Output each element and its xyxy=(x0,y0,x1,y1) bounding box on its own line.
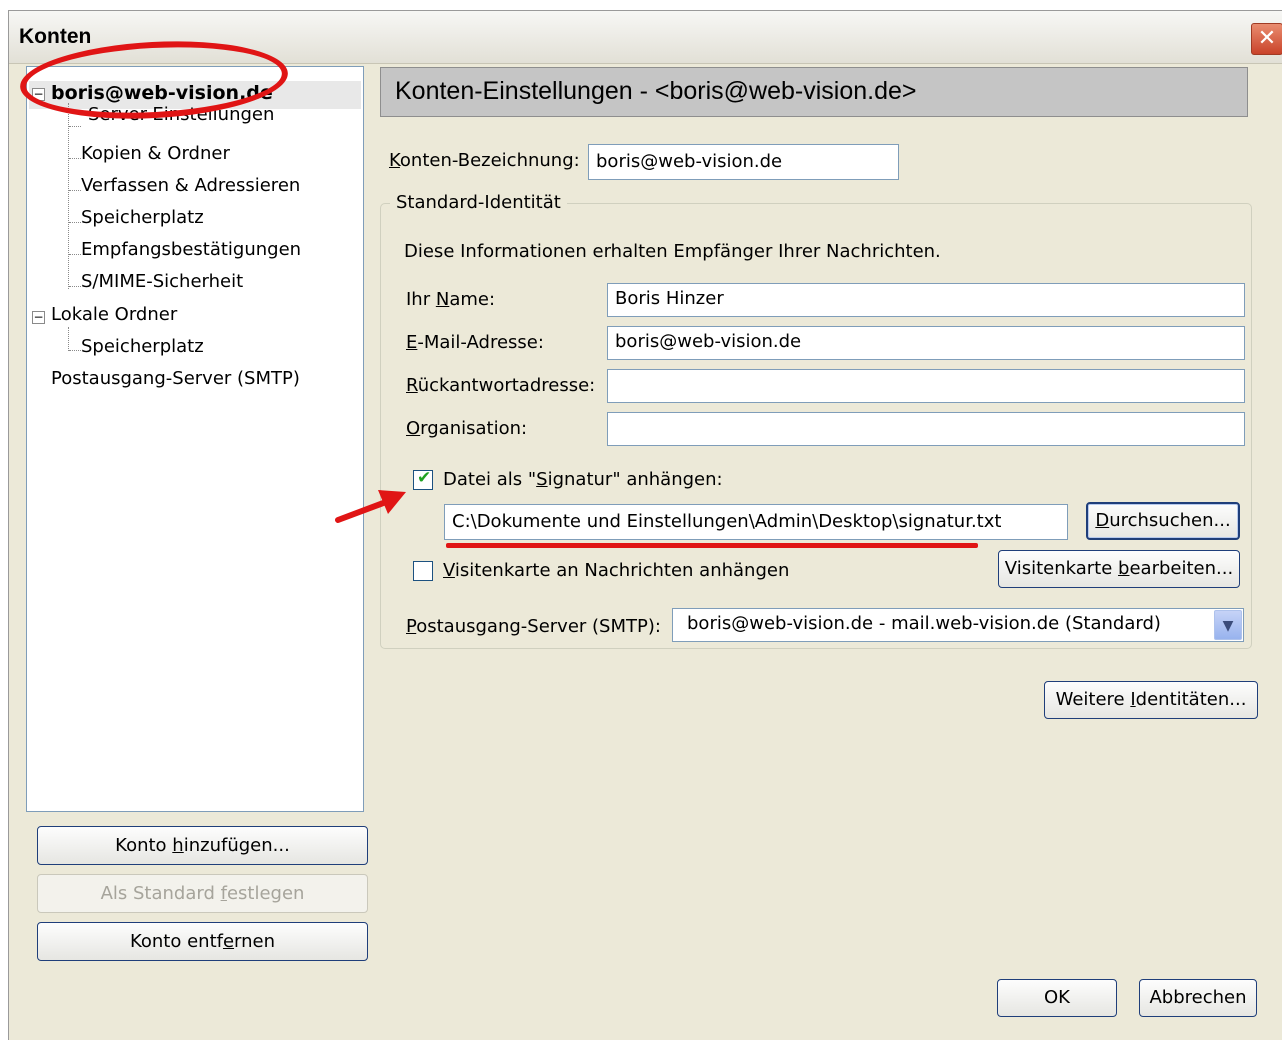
button-label: rnen xyxy=(234,931,276,952)
tree-item-smime[interactable]: S/MIME-Sicherheit xyxy=(81,271,243,292)
label-text: Datei als " xyxy=(443,469,537,490)
tree-item-disk-space[interactable]: Speicherplatz xyxy=(81,207,204,228)
tree-line xyxy=(69,126,81,127)
tree-line xyxy=(69,190,81,191)
close-icon: ✕ xyxy=(1257,26,1277,51)
account-name-input[interactable]: boris@web-vision.de xyxy=(588,144,899,180)
button-label: Konto entf xyxy=(129,931,223,952)
button-label: urchsuchen... xyxy=(1109,510,1231,531)
email-label: E-Mail-Adresse: xyxy=(406,332,544,353)
accesskey: h xyxy=(172,835,184,856)
chevron-down-icon[interactable]: ▼ xyxy=(1214,610,1242,640)
button-label: earbeiten... xyxy=(1129,558,1234,579)
checkmark-icon: ✔ xyxy=(417,468,432,488)
label-text: rganisation: xyxy=(420,418,528,439)
add-account-button[interactable]: Konto hinzufügen... xyxy=(37,826,368,865)
reply-to-label: Rückantwortadresse: xyxy=(406,375,595,396)
label-text: onten-Bezeichnung: xyxy=(399,150,580,171)
signature-label[interactable]: Datei als "Signatur" anhängen: xyxy=(443,469,723,490)
vcard-checkbox[interactable] xyxy=(413,561,433,581)
accesskey: b xyxy=(1118,558,1130,579)
settings-header: Konten-Einstellungen - <boris@web-vision… xyxy=(380,67,1248,117)
button-label: dentitäten... xyxy=(1135,689,1247,710)
identity-group-title: Standard-Identität xyxy=(390,192,567,213)
accesskey: D xyxy=(1095,510,1110,531)
edit-vcard-button[interactable]: Visitenkarte bearbeiten... xyxy=(998,550,1240,588)
accesskey: R xyxy=(406,375,418,396)
name-input[interactable]: Boris Hinzer xyxy=(607,283,1245,317)
tree-line xyxy=(68,327,69,351)
ok-button[interactable]: OK xyxy=(997,979,1117,1017)
set-default-button[interactable]: Als Standard festlegen xyxy=(37,874,368,913)
label-text: ostausgang-Server (SMTP): xyxy=(416,616,661,637)
signature-path-input[interactable]: C:\Dokumente und Einstellungen\Admin\Des… xyxy=(444,504,1068,540)
organization-label: Organisation: xyxy=(406,418,527,439)
button-label: Weitere xyxy=(1055,689,1131,710)
collapse-icon[interactable]: − xyxy=(32,311,45,324)
window-title: Konten xyxy=(19,25,92,48)
accesskey: V xyxy=(443,560,455,581)
tree-item-local-folders[interactable]: Lokale Ordner xyxy=(51,304,177,325)
tree-line xyxy=(69,286,81,287)
accesskey: P xyxy=(406,616,417,637)
tree-line xyxy=(68,103,69,289)
button-label: inzufügen... xyxy=(183,835,290,856)
tree-line xyxy=(69,254,81,255)
label-text: ignatur" anhängen: xyxy=(547,469,723,490)
tree-item-copies-folders[interactable]: Kopien & Ordner xyxy=(81,143,230,164)
organization-input[interactable] xyxy=(607,412,1245,446)
annotation-underline xyxy=(446,543,978,548)
tree-item-smtp[interactable]: Postausgang-Server (SMTP) xyxy=(51,368,300,389)
vcard-label[interactable]: Visitenkarte an Nachrichten anhängen xyxy=(443,560,789,581)
settings-title: Konten-Einstellungen - <boris@web-vision… xyxy=(395,77,917,105)
remove-account-button[interactable]: Konto entfernen xyxy=(37,922,368,961)
label-text: isitenkarte an Nachrichten anhängen xyxy=(454,560,790,581)
label-text: -Mail-Adresse: xyxy=(417,332,544,353)
browse-button[interactable]: Durchsuchen... xyxy=(1086,502,1240,540)
tree-item-local-disk-space[interactable]: Speicherplatz xyxy=(81,336,204,357)
tree-item-compose[interactable]: Verfassen & Adressieren xyxy=(81,175,300,196)
close-button[interactable]: ✕ xyxy=(1251,23,1282,55)
tree-line xyxy=(69,350,81,351)
signature-checkbox[interactable]: ✔ xyxy=(413,468,433,490)
accesskey: e xyxy=(222,931,235,952)
label-text: Ihr xyxy=(406,289,436,310)
tree-line xyxy=(69,222,81,223)
button-label: Visitenkarte xyxy=(1004,558,1119,579)
name-label: Ihr Name: xyxy=(406,289,495,310)
label-text: ame: xyxy=(449,289,496,310)
tree-item-receipts[interactable]: Empfangsbestätigungen xyxy=(81,239,301,260)
tree-line xyxy=(69,158,81,159)
accesskey: E xyxy=(406,332,418,353)
button-label: estlegen xyxy=(226,883,305,904)
accesskey: O xyxy=(406,418,421,439)
accesskey: S xyxy=(536,469,548,490)
smtp-selected-value: boris@web-vision.de - mail.web-vision.de… xyxy=(687,613,1161,634)
reply-to-input[interactable] xyxy=(607,369,1245,403)
account-name-label: Konten-Bezeichnung: xyxy=(389,150,580,171)
label-text: ückantwortadresse: xyxy=(417,375,596,396)
accesskey: K xyxy=(389,150,400,171)
button-label: Als Standard xyxy=(100,883,221,904)
account-tree: − boris@web-vision.de Kopien & Ordner Ve… xyxy=(26,66,364,812)
smtp-server-select[interactable]: boris@web-vision.de - mail.web-vision.de… xyxy=(672,608,1244,642)
accesskey: N xyxy=(435,289,450,310)
email-input[interactable]: boris@web-vision.de xyxy=(607,326,1245,360)
button-label: Konto xyxy=(115,835,173,856)
annotation-arrow-icon xyxy=(335,490,406,523)
identity-description: Diese Informationen erhalten Empfänger I… xyxy=(404,241,941,262)
cancel-button[interactable]: Abbrechen xyxy=(1139,979,1257,1017)
smtp-label: Postausgang-Server (SMTP): xyxy=(406,616,661,637)
more-identities-button[interactable]: Weitere Identitäten... xyxy=(1044,681,1258,719)
